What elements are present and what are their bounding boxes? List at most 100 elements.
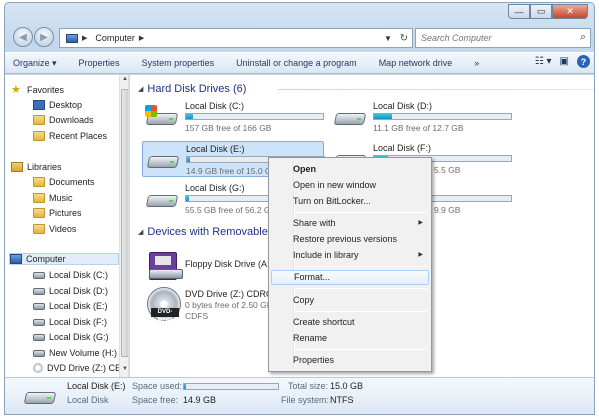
floppy-icon <box>145 249 183 281</box>
properties-button[interactable]: Properties <box>79 58 120 68</box>
nav-scrollbar[interactable]: ▲ ▼ <box>119 75 128 377</box>
refresh-icon[interactable]: ↻ <box>396 33 412 44</box>
collapse-triangle-icon[interactable]: ◢ <box>138 85 143 93</box>
usage-bar <box>185 113 324 120</box>
menu-open[interactable]: Open <box>271 162 429 177</box>
details-pane: Local Disk (E:) Local Disk Space used: S… <box>5 377 594 414</box>
collapse-triangle-icon[interactable]: ◢ <box>138 228 143 236</box>
drive-c-icon <box>145 105 179 129</box>
total-size-value: 15.0 GB <box>330 381 364 391</box>
history-dropdown-icon[interactable]: ▼ <box>380 34 396 43</box>
libraries-icon <box>11 162 23 172</box>
menu-open-new-window[interactable]: Open in new window <box>271 178 429 193</box>
menu-create-shortcut[interactable]: Create shortcut <box>271 315 429 330</box>
submenu-arrow-icon: ▶ <box>418 220 423 226</box>
space-free-value: 14.9 GB <box>183 395 217 405</box>
nav-scrollbar-thumb[interactable] <box>121 89 128 357</box>
nav-videos[interactable]: Videos <box>33 224 76 234</box>
change-view-icon[interactable]: ☷ ▾ <box>535 56 552 67</box>
menu-separator <box>295 311 427 312</box>
uninstall-button[interactable]: Uninstall or change a program <box>236 58 357 68</box>
context-menu: Open Open in new window Turn on BitLocke… <box>268 157 432 372</box>
navigation-pane: ★ Favorites Desktop Downloads Recent Plac… <box>5 75 129 377</box>
nav-drive-f[interactable]: Local Disk (F:) <box>33 317 107 327</box>
drive-tile-c[interactable]: Local Disk (C:) 157 GB free of 166 GB <box>142 99 324 135</box>
scroll-up-icon[interactable]: ▲ <box>120 76 128 86</box>
help-icon[interactable]: ? <box>577 55 590 68</box>
breadcrumb-separator-icon: ▶ <box>82 35 88 42</box>
nav-drive-g[interactable]: Local Disk (G:) <box>33 332 109 342</box>
minimize-button[interactable]: — <box>508 4 530 19</box>
breadcrumb-chevron-icon[interactable]: ▶ <box>139 34 144 42</box>
address-bar[interactable]: ▶ Computer ▶ ▼ ↻ <box>59 28 413 48</box>
menu-properties[interactable]: Properties <box>271 353 429 368</box>
forward-arrow-icon: ▶ <box>40 31 48 43</box>
menu-separator <box>295 212 427 213</box>
system-properties-button[interactable]: System properties <box>142 58 215 68</box>
command-bar: Organize ▾ Properties System properties … <box>5 52 594 74</box>
nav-documents[interactable]: Documents <box>33 177 95 187</box>
more-commands-button[interactable]: » <box>474 58 479 68</box>
menu-turn-on-bitlocker[interactable]: Turn on BitLocker... <box>271 194 429 209</box>
nav-computer[interactable]: Computer <box>9 253 119 265</box>
drive-icon <box>33 302 45 310</box>
menu-restore-previous-versions[interactable]: Restore previous versions <box>271 232 429 247</box>
view-controls: ☷ ▾ ▣ ? <box>535 55 590 68</box>
nav-downloads[interactable]: Downloads <box>33 115 94 125</box>
pictures-icon <box>33 208 45 218</box>
nav-drive-h[interactable]: New Volume (H:) <box>33 348 117 358</box>
usage-bar <box>373 113 512 120</box>
menu-include-in-library[interactable]: Include in library ▶ <box>271 248 429 263</box>
nav-favorites[interactable]: ★ Favorites <box>11 85 64 96</box>
caption-buttons: — ▭ ✕ <box>508 4 588 19</box>
menu-format[interactable]: Format... <box>271 270 429 285</box>
space-free-label: Space free: <box>132 395 179 405</box>
menu-copy[interactable]: Copy <box>271 293 429 308</box>
details-usage-bar <box>183 383 279 390</box>
preview-pane-icon[interactable]: ▣ <box>560 56 569 67</box>
drive-icon <box>33 318 45 326</box>
nav-libraries[interactable]: Libraries <box>11 162 62 172</box>
organize-button[interactable]: Organize ▾ <box>13 58 57 69</box>
drive-icon <box>33 333 45 341</box>
drive-icon <box>33 271 45 279</box>
nav-recent-places[interactable]: Recent Places <box>33 131 107 141</box>
windows-logo-icon <box>145 105 157 117</box>
selected-drive-icon <box>23 384 57 410</box>
music-icon <box>33 193 45 203</box>
hard-disk-drives-header[interactable]: ◢ Hard Disk Drives (6) <box>138 83 594 95</box>
drive-tile-d[interactable]: Local Disk (D:) 11.1 GB free of 12.7 GB <box>330 99 512 135</box>
nav-drive-e[interactable]: Local Disk (E:) <box>33 301 108 311</box>
nav-drive-c[interactable]: Local Disk (C:) <box>33 270 108 280</box>
menu-separator <box>295 266 427 267</box>
search-icon[interactable]: ⌕ <box>580 31 586 44</box>
address-actions: ▼ ↻ <box>380 29 412 47</box>
details-drive-type: Local Disk <box>67 395 109 405</box>
nav-music[interactable]: Music <box>33 193 73 203</box>
menu-rename[interactable]: Rename <box>271 331 429 346</box>
search-box[interactable]: ⌕ <box>415 28 591 48</box>
submenu-arrow-icon: ▶ <box>418 252 423 258</box>
map-network-drive-button[interactable]: Map network drive <box>379 58 453 68</box>
space-used-label: Space used: <box>132 381 183 391</box>
nav-dvd-drive[interactable]: DVD Drive (Z:) CE <box>33 363 121 373</box>
documents-icon <box>33 177 45 187</box>
forward-button[interactable]: ▶ <box>34 27 54 47</box>
dvd-icon <box>33 363 43 373</box>
nav-desktop[interactable]: Desktop <box>33 100 82 110</box>
nav-drive-d[interactable]: Local Disk (D:) <box>33 286 108 296</box>
details-drive-name: Local Disk (E:) <box>67 381 126 391</box>
computer-icon <box>10 254 22 264</box>
drive-icon <box>33 349 45 357</box>
search-input[interactable] <box>421 33 571 43</box>
videos-icon <box>33 224 45 234</box>
maximize-button[interactable]: ▭ <box>530 4 552 19</box>
close-button[interactable]: ✕ <box>552 4 588 19</box>
downloads-folder-icon <box>33 115 45 125</box>
nav-pictures[interactable]: Pictures <box>33 208 82 218</box>
scroll-down-icon[interactable]: ▼ <box>120 366 128 376</box>
menu-share-with[interactable]: Share with ▶ <box>271 216 429 231</box>
removable-devices-header[interactable]: ◢ Devices with Removable <box>138 226 268 238</box>
back-button[interactable]: ◀ <box>13 27 33 47</box>
breadcrumb-computer[interactable]: Computer <box>95 33 135 43</box>
